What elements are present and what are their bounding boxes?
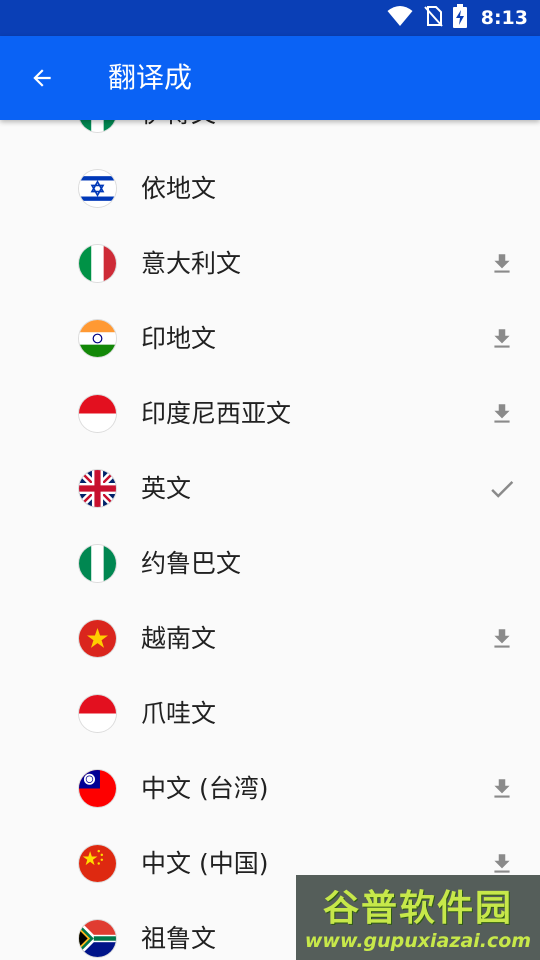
back-button[interactable] bbox=[22, 58, 62, 98]
flag-indonesia-icon bbox=[79, 395, 116, 432]
page-title: 翻译成 bbox=[108, 61, 193, 94]
language-label: 依地文 bbox=[141, 174, 217, 203]
language-label: 意大利文 bbox=[141, 249, 242, 278]
wifi-icon bbox=[387, 5, 413, 31]
language-label: 伊博文 bbox=[141, 120, 216, 151]
language-label: 印地文 bbox=[141, 324, 217, 353]
language-row[interactable]: 依地文 bbox=[0, 151, 540, 226]
watermark: 谷普软件园 www.gupuxiazai.com bbox=[296, 875, 540, 960]
no-sim-icon bbox=[423, 5, 443, 31]
flag-china-icon bbox=[79, 845, 116, 882]
flag-nigeria-icon bbox=[79, 120, 116, 132]
flag-italy-icon bbox=[79, 245, 116, 282]
watermark-url: www.gupuxiazai.com bbox=[304, 930, 532, 952]
status-time: 8:13 bbox=[480, 7, 528, 29]
flag-taiwan-icon bbox=[79, 770, 116, 807]
download-icon[interactable] bbox=[486, 398, 518, 430]
flag-vietnam-icon bbox=[79, 620, 116, 657]
language-row[interactable]: 爪哇文 bbox=[0, 676, 540, 751]
language-label: 中文 (台湾) bbox=[141, 774, 269, 803]
checkmark-icon bbox=[486, 473, 518, 505]
app-bar: 翻译成 bbox=[0, 36, 540, 120]
language-row[interactable]: 越南文 bbox=[0, 601, 540, 676]
language-label: 约鲁巴文 bbox=[141, 549, 242, 578]
language-row[interactable]: 印度尼西亚文 bbox=[0, 376, 540, 451]
status-bar: 8:13 bbox=[0, 0, 540, 36]
language-row[interactable]: 约鲁巴文 bbox=[0, 526, 540, 601]
language-row[interactable]: 中文 (台湾) bbox=[0, 751, 540, 826]
flag-israel-icon bbox=[79, 170, 116, 207]
arrow-back-icon bbox=[33, 69, 51, 87]
language-label: 中文 (中国) bbox=[141, 849, 269, 878]
language-label: 越南文 bbox=[141, 624, 217, 653]
flag-uk-icon bbox=[79, 470, 116, 507]
language-label: 印度尼西亚文 bbox=[141, 399, 292, 428]
flag-india-icon bbox=[79, 320, 116, 357]
download-icon[interactable] bbox=[486, 623, 518, 655]
status-icons: 8:13 bbox=[387, 0, 528, 36]
download-icon[interactable] bbox=[486, 248, 518, 280]
language-row[interactable]: 意大利文 bbox=[0, 226, 540, 301]
flag-nigeria-icon bbox=[79, 545, 116, 582]
flag-south-africa-icon bbox=[79, 920, 116, 957]
language-label: 祖鲁文 bbox=[141, 924, 217, 953]
download-icon[interactable] bbox=[486, 323, 518, 355]
language-row[interactable]: 英文 bbox=[0, 451, 540, 526]
watermark-title: 谷普软件园 bbox=[322, 888, 513, 929]
language-row[interactable]: 伊博文 bbox=[0, 120, 540, 151]
flag-indonesia-icon bbox=[79, 695, 116, 732]
language-label: 爪哇文 bbox=[141, 699, 217, 728]
language-list[interactable]: 伊博文依地文意大利文印地文印度尼西亚文英文约鲁巴文越南文爪哇文中文 (台湾) 中文… bbox=[0, 120, 540, 960]
language-row[interactable]: 印地文 bbox=[0, 301, 540, 376]
battery-charging-icon bbox=[452, 4, 467, 32]
language-label: 英文 bbox=[141, 474, 192, 503]
download-icon[interactable] bbox=[486, 773, 518, 805]
